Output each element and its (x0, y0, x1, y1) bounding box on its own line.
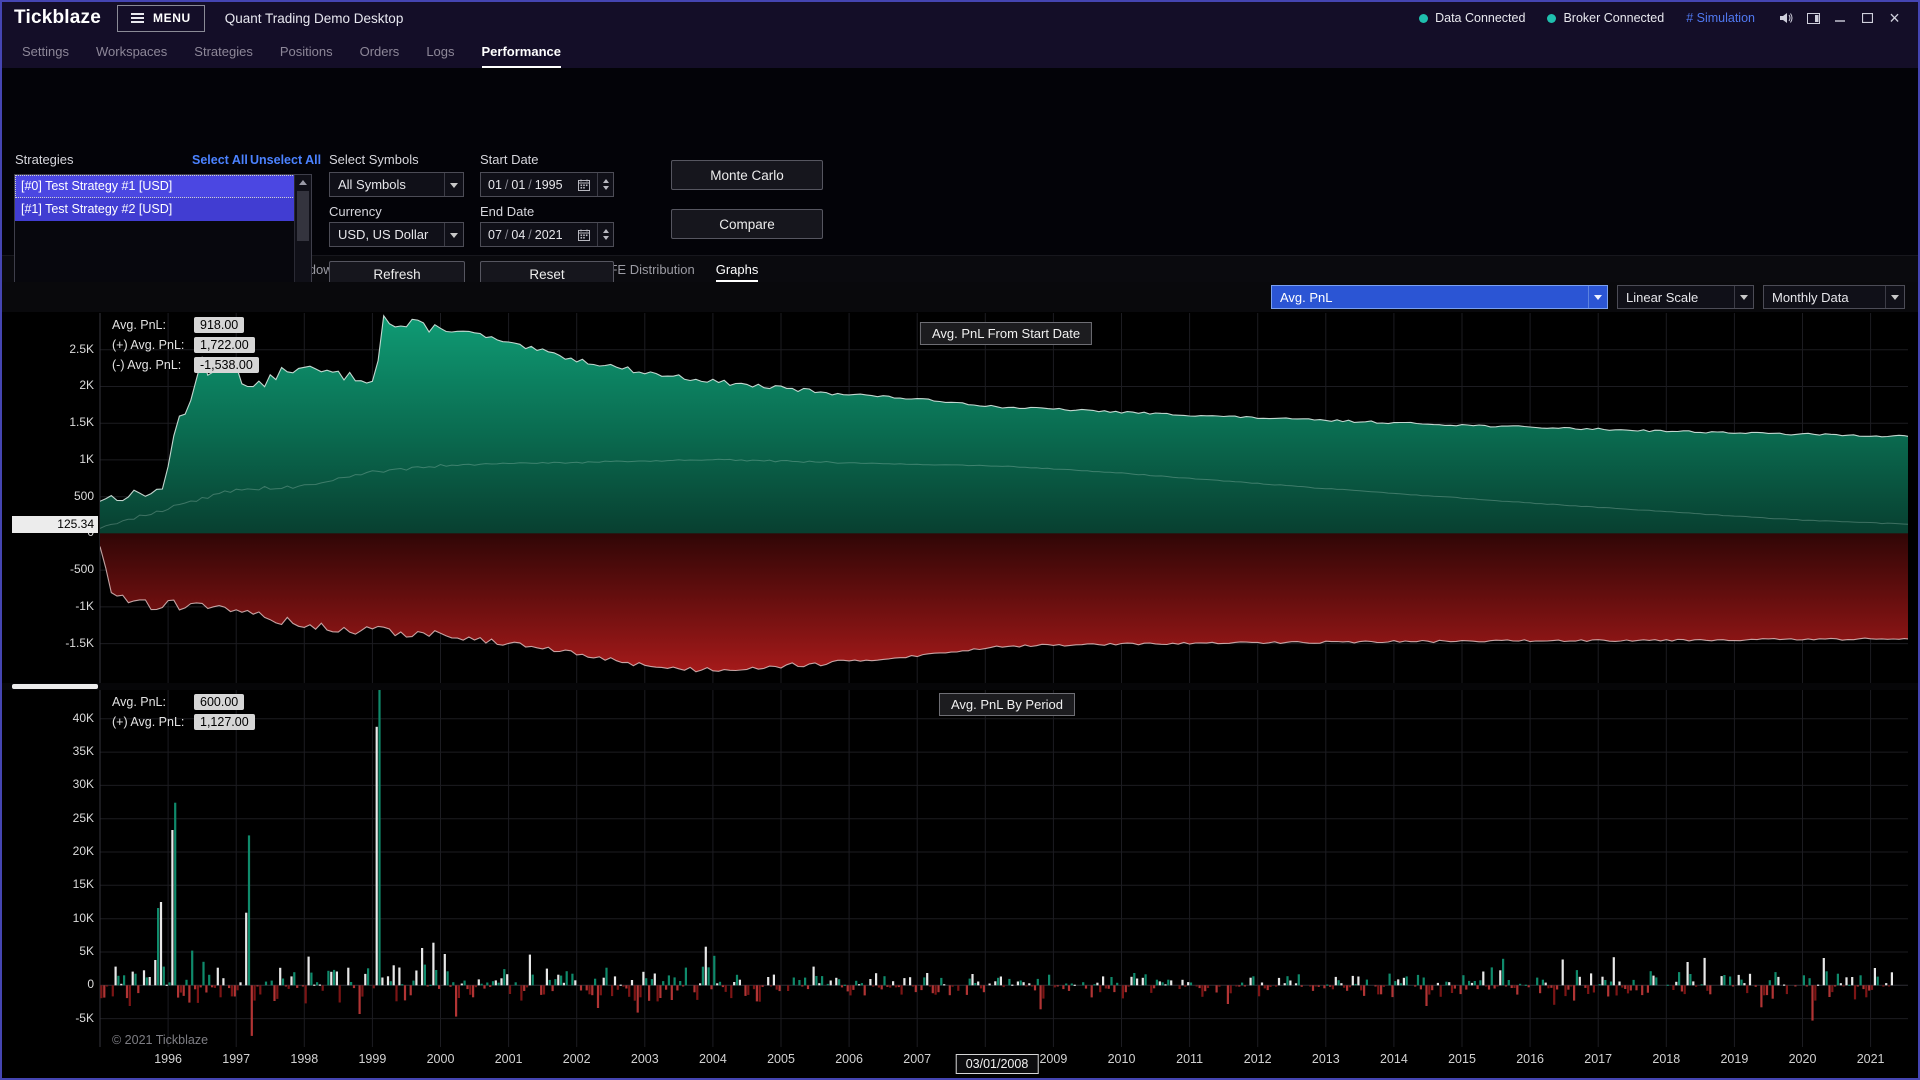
legend-value: 1,127.00 (194, 714, 255, 730)
lower-chart-legend: Avg. PnL: 600.00 (+) Avg. PnL: 1,127.00 (112, 692, 255, 732)
legend-value: 600.00 (194, 694, 244, 710)
avg-pnl-bar-series (98, 689, 1894, 1036)
legend-row: Avg. PnL: 918.00 (112, 315, 259, 335)
legend-row: (-) Avg. PnL: -1,538.00 (112, 355, 259, 375)
legend-value: 1,722.00 (194, 337, 255, 353)
legend-label: Avg. PnL: (112, 695, 194, 709)
legend-label: Avg. PnL: (112, 318, 194, 332)
copyright-watermark: © 2021 Tickblaze (112, 1033, 208, 1047)
splitter-handle[interactable] (12, 684, 98, 689)
legend-value: -1,538.00 (194, 357, 259, 373)
legend-value: 918.00 (194, 317, 244, 333)
legend-row: (+) Avg. PnL: 1,127.00 (112, 712, 255, 732)
crosshair-y-value-badge: 125.34 (12, 516, 98, 533)
app-window: Tickblaze MENU Quant Trading Demo Deskto… (0, 0, 1920, 1080)
legend-row: Avg. PnL: 600.00 (112, 692, 255, 712)
avg-pnl-area-series (100, 316, 1908, 672)
legend-label: (+) Avg. PnL: (112, 338, 194, 352)
upper-chart-legend: Avg. PnL: 918.00 (+) Avg. PnL: 1,722.00 … (112, 315, 259, 375)
upper-chart-title: Avg. PnL From Start Date (920, 322, 1092, 345)
legend-row: (+) Avg. PnL: 1,722.00 (112, 335, 259, 355)
chart-splitter[interactable] (2, 683, 1918, 690)
crosshair-date-badge: 03/01/2008 (956, 1054, 1039, 1074)
legend-label: (+) Avg. PnL: (112, 715, 194, 729)
lower-chart-title: Avg. PnL By Period (939, 693, 1075, 716)
legend-label: (-) Avg. PnL: (112, 358, 194, 372)
charts-canvas (2, 2, 1920, 1080)
lower-chart-gridlines (100, 690, 1908, 1047)
